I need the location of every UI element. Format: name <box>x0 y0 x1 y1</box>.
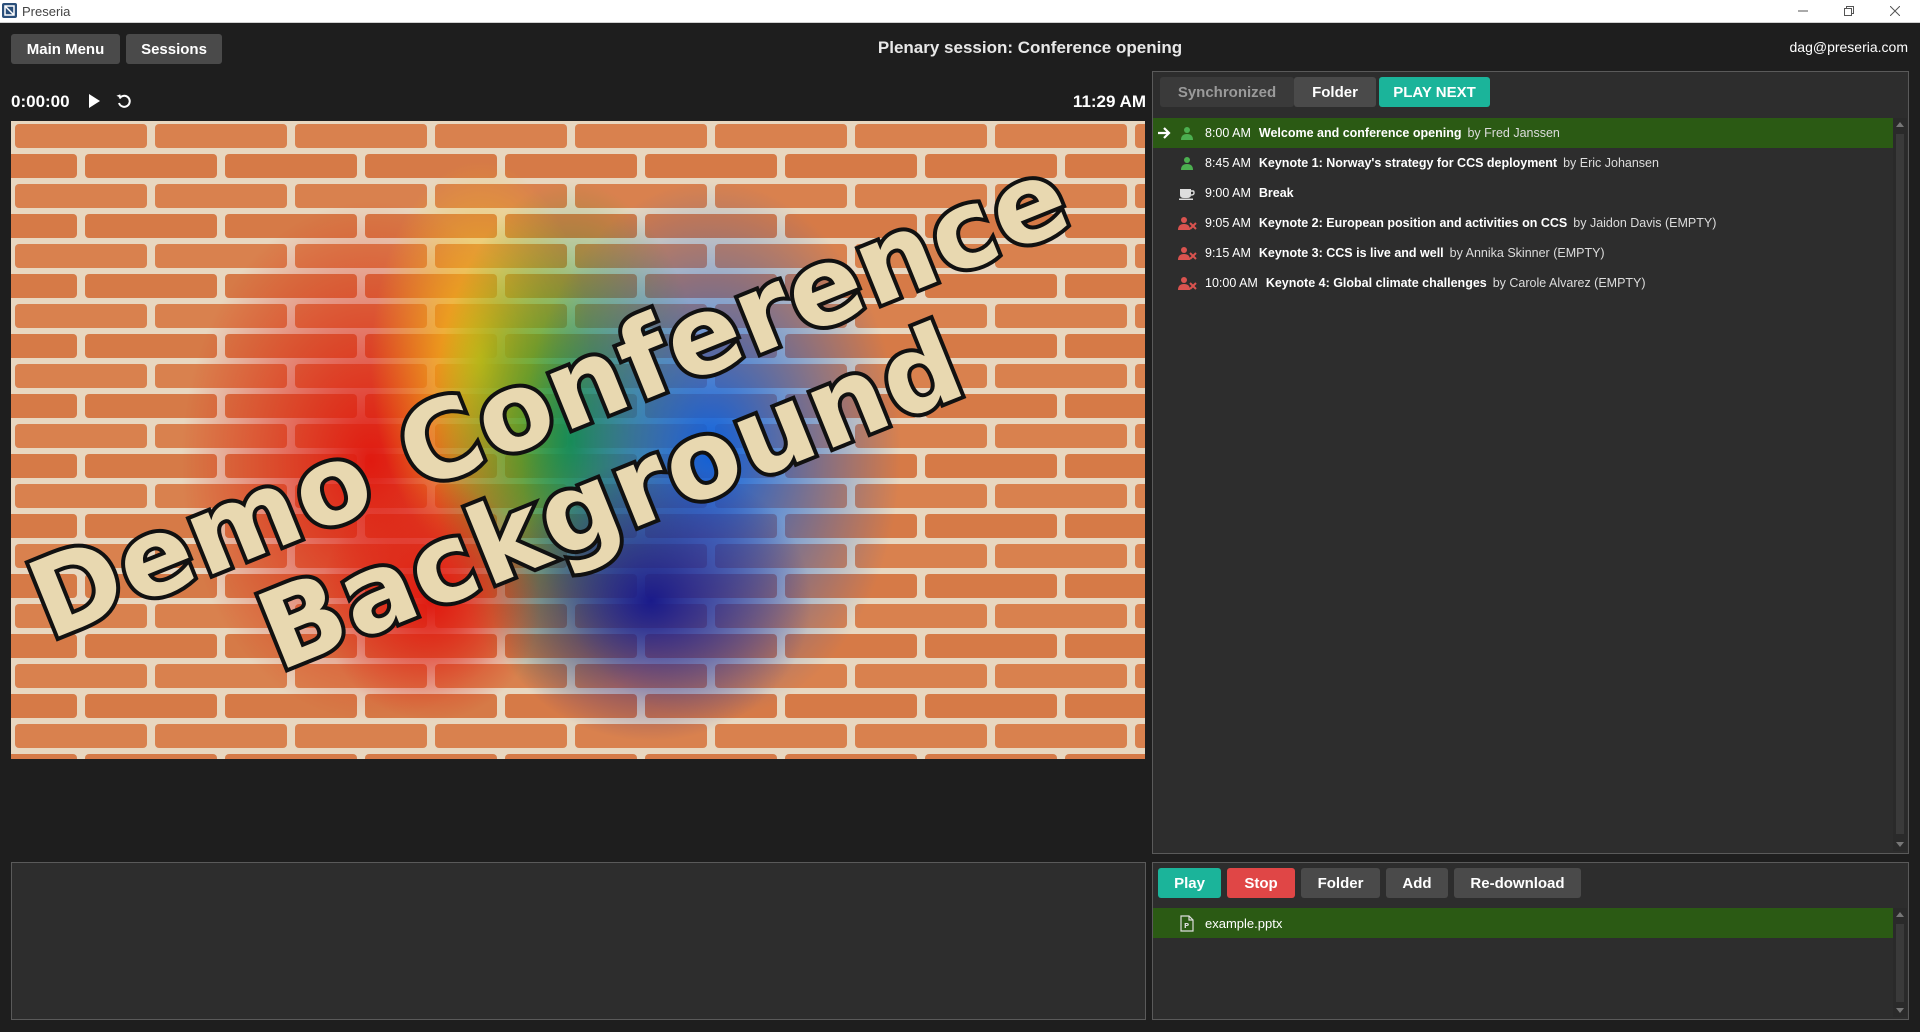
schedule-title: Keynote 2: European position and activit… <box>1258 216 1568 230</box>
schedule-panel: Synchronized Folder PLAY NEXT 8:00 AM Wel… <box>1152 71 1909 854</box>
restore-icon[interactable] <box>1826 0 1872 22</box>
schedule-time: 9:00 AM <box>1205 186 1251 200</box>
notes-panel <box>11 862 1146 1020</box>
scroll-down-icon[interactable] <box>1895 1005 1905 1015</box>
play-icon[interactable] <box>85 92 103 110</box>
schedule-time: 8:00 AM <box>1205 126 1251 140</box>
schedule-row[interactable]: 8:45 AM Keynote 1: Norway's strategy for … <box>1153 148 1893 178</box>
document-icon: P <box>1179 914 1195 932</box>
add-button[interactable]: Add <box>1386 868 1448 898</box>
schedule-row[interactable]: 10:00 AM Keynote 4: Global climate challe… <box>1153 268 1893 298</box>
coffee-cup-icon <box>1175 186 1199 200</box>
person-icon <box>1175 156 1199 170</box>
schedule-speaker: by Carole Alvarez (EMPTY) <box>1492 276 1646 290</box>
schedule-time: 9:05 AM <box>1205 216 1251 230</box>
current-arrow-icon <box>1153 126 1175 140</box>
schedule-speaker: by Jaidon Davis (EMPTY) <box>1573 216 1717 230</box>
schedule-title: Keynote 3: CCS is live and well <box>1258 246 1444 260</box>
schedule-speaker: by Annika Skinner (EMPTY) <box>1449 246 1605 260</box>
file-name: example.pptx <box>1205 915 1283 931</box>
schedule-time: 10:00 AM <box>1205 276 1258 290</box>
schedule-row[interactable]: 9:15 AM Keynote 3: CCS is live and well by… <box>1153 238 1893 268</box>
current-clock: 11:29 AM <box>1072 92 1146 111</box>
user-email[interactable]: dag@preseria.com <box>1790 39 1909 55</box>
schedule-title: Welcome and conference opening <box>1258 126 1462 140</box>
window-titlebar: Preseria <box>0 0 1920 23</box>
tab-synchronized[interactable]: Synchronized <box>1160 77 1294 107</box>
schedule-speaker: by Fred Janssen <box>1467 126 1560 140</box>
files-panel: Play Stop Folder Add Re-download P examp… <box>1152 862 1909 1020</box>
person-missing-icon <box>1175 246 1199 260</box>
scroll-thumb[interactable] <box>1896 924 1904 1002</box>
person-missing-icon <box>1175 216 1199 230</box>
schedule-time: 8:45 AM <box>1205 156 1251 170</box>
play-next-button[interactable]: PLAY NEXT <box>1379 77 1490 107</box>
play-button[interactable]: Play <box>1158 868 1221 898</box>
schedule-time: 9:15 AM <box>1205 246 1251 260</box>
close-icon[interactable] <box>1872 0 1918 22</box>
files-scrollbar[interactable] <box>1893 908 1907 1017</box>
scroll-down-icon[interactable] <box>1895 839 1905 849</box>
schedule-row[interactable]: 8:00 AM Welcome and conference opening by … <box>1153 118 1893 148</box>
window-title: Preseria <box>22 4 71 19</box>
app-logo-icon <box>2 3 17 18</box>
schedule-row[interactable]: 9:00 AM Break <box>1153 178 1893 208</box>
person-missing-icon <box>1175 276 1199 290</box>
svg-text:P: P <box>1184 922 1189 930</box>
schedule-title: Keynote 1: Norway's strategy for CCS dep… <box>1258 156 1558 170</box>
timecode: 0:00:00 <box>11 92 70 111</box>
scroll-up-icon[interactable] <box>1895 910 1905 920</box>
schedule-title: Keynote 4: Global climate challenges <box>1265 276 1487 290</box>
person-icon <box>1175 126 1199 140</box>
folder-button[interactable]: Folder <box>1301 868 1380 898</box>
tab-folder[interactable]: Folder <box>1294 77 1376 107</box>
main-menu-button[interactable]: Main Menu <box>11 34 120 64</box>
slide-preview: Demo Conference Background <box>11 121 1145 759</box>
scroll-up-icon[interactable] <box>1895 120 1905 130</box>
schedule-scrollbar[interactable] <box>1893 118 1907 851</box>
schedule-title: Break <box>1258 186 1294 200</box>
schedule-row[interactable]: 9:05 AM Keynote 2: European position and … <box>1153 208 1893 238</box>
redownload-button[interactable]: Re-download <box>1454 868 1581 898</box>
sessions-button[interactable]: Sessions <box>126 34 222 64</box>
reset-icon[interactable] <box>115 92 133 110</box>
schedule-speaker: by Eric Johansen <box>1563 156 1659 170</box>
file-row[interactable]: P example.pptx <box>1153 908 1893 938</box>
session-title: Plenary session: Conference opening <box>877 38 1183 57</box>
scroll-thumb[interactable] <box>1896 134 1904 834</box>
schedule-list: 8:00 AM Welcome and conference opening by … <box>1153 118 1893 298</box>
stop-button[interactable]: Stop <box>1227 868 1295 898</box>
minimize-icon[interactable] <box>1780 0 1826 22</box>
